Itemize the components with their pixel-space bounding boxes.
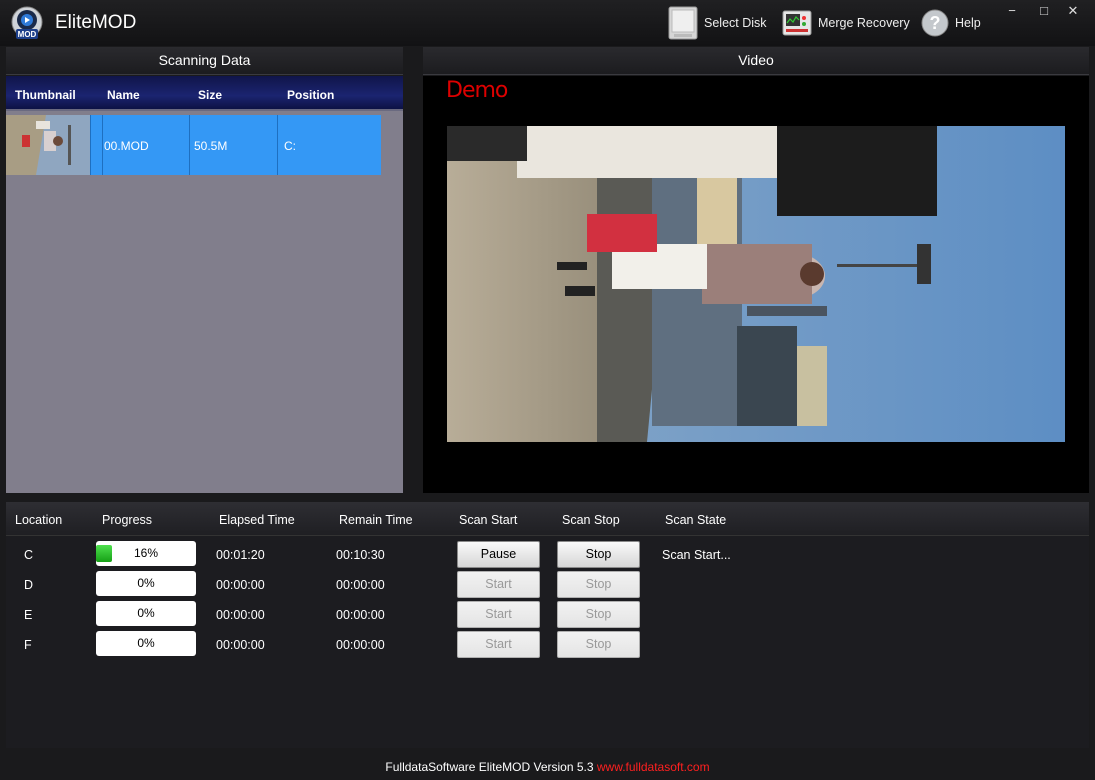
video-header: Video [423, 47, 1089, 75]
footer: FulldataSoftware EliteMOD Version 5.3 ww… [0, 755, 1095, 780]
merge-recovery-button[interactable]: Merge Recovery [782, 6, 910, 40]
column-scan-state: Scan State [665, 513, 727, 527]
app-title: EliteMOD [55, 12, 137, 33]
merge-recovery-label: Merge Recovery [818, 16, 910, 30]
scan-state: Scan Start... [662, 548, 731, 562]
help-button[interactable]: ? Help [921, 6, 981, 40]
column-scan-stop: Scan Stop [562, 513, 620, 527]
merge-recovery-icon [782, 10, 812, 36]
help-label: Help [955, 16, 981, 30]
maximize-button[interactable]: □ [1031, 2, 1057, 20]
remain-time: 00:10:30 [336, 548, 385, 562]
scan-table-header: Location Progress Elapsed Time Remain Ti… [6, 502, 1089, 536]
elapsed-time: 00:01:20 [216, 548, 265, 562]
mod-logo-icon: MOD [11, 6, 43, 39]
column-size[interactable]: Size [198, 88, 222, 102]
location-label: E [24, 608, 33, 622]
file-row[interactable]: 00.MOD 50.5M C: [6, 115, 381, 175]
scanning-data-header: Scanning Data [6, 47, 403, 75]
stop-button[interactable]: Stop [557, 601, 640, 628]
scan-row: D 0% 00:00:00 00:00:00 Start Stop [6, 570, 1089, 600]
file-name: 00.MOD [104, 139, 149, 153]
progress-label: 0% [137, 606, 155, 620]
logo-text: MOD [18, 30, 37, 39]
scanning-data-panel: Thumbnail Name Size Position 00.MOD 50.5… [6, 76, 403, 493]
remain-time: 00:00:00 [336, 608, 385, 622]
file-list-header: Thumbnail Name Size Position [6, 76, 403, 111]
video-preview[interactable] [447, 126, 1065, 442]
column-thumbnail[interactable]: Thumbnail [15, 88, 76, 102]
stop-button[interactable]: Stop [557, 541, 640, 568]
disk-icon [668, 6, 698, 40]
start-button[interactable]: Start [457, 631, 540, 658]
column-remain-time: Remain Time [339, 513, 413, 527]
start-button[interactable]: Start [457, 571, 540, 598]
progress-label: 0% [137, 636, 155, 650]
location-label: D [24, 578, 34, 592]
column-position[interactable]: Position [287, 88, 334, 102]
scan-row: C 16% 00:01:20 00:10:30 Pause Stop Scan Start.… [6, 540, 1089, 570]
progress-bar: 0% [96, 571, 196, 596]
progress-bar: 16% [96, 541, 196, 566]
location-label: F [24, 638, 32, 652]
help-icon: ? [921, 9, 949, 37]
select-disk-label: Select Disk [704, 16, 767, 30]
select-disk-button[interactable]: Select Disk [668, 6, 767, 40]
progress-bar: 0% [96, 631, 196, 656]
location-label: C [24, 548, 34, 562]
close-button[interactable]: ✕ [1060, 2, 1086, 20]
elapsed-time: 00:00:00 [216, 608, 265, 622]
progress-label: 0% [137, 576, 155, 590]
file-size: 50.5M [194, 139, 228, 153]
scan-row: F 0% 00:00:00 00:00:00 Start Stop [6, 630, 1089, 660]
stop-button[interactable]: Stop [557, 571, 640, 598]
column-name[interactable]: Name [107, 88, 140, 102]
website-link[interactable]: www.fulldatasoft.com [597, 760, 710, 774]
column-elapsed-time: Elapsed Time [219, 513, 295, 527]
file-position: C: [284, 139, 296, 153]
stop-button[interactable]: Stop [557, 631, 640, 658]
column-progress: Progress [102, 513, 153, 527]
svg-text:?: ? [930, 13, 941, 33]
remain-time: 00:00:00 [336, 638, 385, 652]
remain-time: 00:00:00 [336, 578, 385, 592]
elapsed-time: 00:00:00 [216, 638, 265, 652]
column-location: Location [15, 513, 63, 527]
title-bar: MOD EliteMOD Select Disk Merge Recovery … [0, 0, 1095, 46]
video-thumbnail [6, 115, 90, 175]
progress-label: 16% [133, 546, 159, 560]
column-scan-start: Scan Start [459, 513, 518, 527]
start-button[interactable]: Start [457, 601, 540, 628]
demo-watermark: Demo [446, 78, 508, 103]
minimize-button[interactable]: − [999, 2, 1025, 20]
version-text: FulldataSoftware EliteMOD Version 5.3 [385, 760, 597, 774]
pause-button[interactable]: Pause [457, 541, 540, 568]
scan-table: Location Progress Elapsed Time Remain Ti… [6, 502, 1089, 748]
progress-bar: 0% [96, 601, 196, 626]
scan-row: E 0% 00:00:00 00:00:00 Start Stop [6, 600, 1089, 630]
elapsed-time: 00:00:00 [216, 578, 265, 592]
video-panel: Demo [423, 76, 1089, 493]
